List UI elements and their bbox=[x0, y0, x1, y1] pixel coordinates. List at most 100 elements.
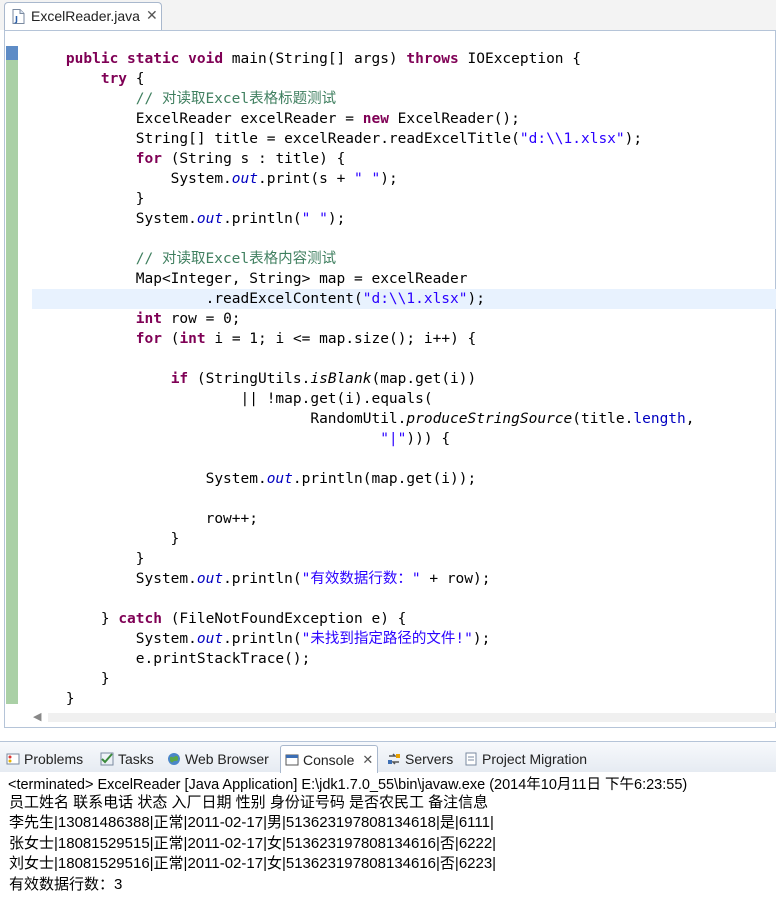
code-token: new bbox=[362, 111, 389, 127]
horizontal-scrollbar[interactable]: ◀ bbox=[30, 709, 776, 726]
code-token: System. bbox=[31, 171, 232, 187]
servers-icon bbox=[388, 753, 400, 765]
globe-icon bbox=[168, 753, 180, 765]
editor-tab-label: ExcelReader.java bbox=[31, 8, 140, 24]
code-token: (StringUtils. bbox=[188, 371, 311, 387]
code-token: out bbox=[266, 471, 293, 487]
code-token: ); bbox=[467, 291, 485, 307]
tab-tasks[interactable]: Tasks bbox=[100, 748, 154, 770]
code-token: } bbox=[31, 551, 145, 567]
code-line: // 对读取Excel表格内容测试 bbox=[31, 249, 695, 269]
code-line: row++; bbox=[31, 509, 695, 529]
console-line: 有效数据行数：3 bbox=[9, 875, 123, 893]
code-token: int bbox=[179, 331, 206, 347]
code-token: " " bbox=[301, 211, 328, 227]
scrollbar-track[interactable] bbox=[48, 713, 776, 722]
close-icon[interactable]: ✕ bbox=[362, 752, 373, 768]
svg-text:J: J bbox=[14, 15, 18, 24]
tab-problems-label: Problems bbox=[24, 751, 84, 767]
code-token: .print(s + bbox=[258, 171, 355, 187]
code-token: } bbox=[31, 671, 110, 687]
tab-project-migration[interactable]: Project Migration bbox=[464, 748, 587, 770]
tab-project-migration-label: Project Migration bbox=[482, 751, 588, 767]
tab-web-browser-label: Web Browser bbox=[185, 751, 269, 767]
problems-icon bbox=[6, 753, 20, 765]
code-token: e.printStackTrace(); bbox=[31, 651, 311, 667]
code-line: for (int i = 1; i <= map.size(); i++) { bbox=[31, 329, 695, 349]
code-token: } bbox=[31, 691, 75, 707]
tab-console-label: Console bbox=[303, 751, 355, 768]
code-line: System.out.println("未找到指定路径的文件!"); bbox=[31, 629, 695, 649]
tab-servers[interactable]: Servers bbox=[387, 748, 453, 770]
code-token: .println( bbox=[223, 631, 302, 647]
editor-tab-bar: J ExcelReader.java ✕ bbox=[0, 0, 776, 30]
tasks-icon bbox=[100, 752, 114, 766]
code-token: String[] title = excelReader.readExcelTi… bbox=[31, 131, 520, 147]
code-token: .println( bbox=[223, 571, 302, 587]
code-line: System.out.println(" "); bbox=[31, 209, 695, 229]
console-process-title: <terminated> ExcelReader [Java Applicati… bbox=[8, 777, 688, 793]
code-token: (String s : title) { bbox=[161, 151, 346, 167]
tab-problems[interactable]: Problems bbox=[6, 748, 83, 770]
code-token: out bbox=[196, 571, 224, 587]
tab-console[interactable]: Console ✕ bbox=[280, 745, 379, 773]
code-token: "|" bbox=[380, 431, 407, 447]
code-line: System.out.print(s + " "); bbox=[31, 169, 695, 189]
code-token: .println( bbox=[223, 211, 302, 227]
code-line: } bbox=[31, 549, 695, 569]
close-icon[interactable]: ✕ bbox=[146, 7, 158, 24]
code-token: produceStringSource bbox=[406, 411, 573, 427]
code-token: "d:\\1.xlsx" bbox=[362, 291, 468, 307]
code-token: System. bbox=[31, 471, 267, 487]
code-token: "d:\\1.xlsx" bbox=[519, 131, 625, 147]
code-token: (title. bbox=[572, 411, 634, 427]
code-token: } bbox=[31, 191, 145, 207]
code-token: out bbox=[196, 631, 224, 647]
console-line: 员工姓名 联系电话 状态 入厂日期 性别 身份证号码 是否农民工 备注信息 bbox=[9, 794, 489, 811]
code-line: System.out.println(map.get(i)); bbox=[31, 469, 695, 489]
code-line: || !map.get(i).equals( bbox=[31, 389, 695, 409]
code-token: } bbox=[31, 531, 180, 547]
console-line: 李先生|13081486388|正常|2011-02-17|男|51362319… bbox=[9, 814, 494, 832]
scroll-left-icon[interactable]: ◀ bbox=[33, 710, 41, 723]
editor-tab-excelreader[interactable]: J ExcelReader.java ✕ bbox=[4, 2, 162, 30]
tab-tasks-label: Tasks bbox=[118, 751, 154, 767]
console-line: 张女士|18081529515|正常|2011-02-17|女|51362319… bbox=[9, 834, 497, 852]
code-token: , bbox=[685, 411, 695, 427]
code-token: System. bbox=[31, 631, 197, 647]
code-token: { bbox=[127, 71, 145, 87]
console-output[interactable]: 员工姓名 联系电话 状态 入厂日期 性别 身份证号码 是否农民工 备注信息 李先生… bbox=[9, 793, 496, 895]
code-token: // 对读取Excel表格标题测试 bbox=[135, 91, 337, 107]
code-text[interactable]: public static void main(String[] args) t… bbox=[31, 49, 695, 709]
code-token: System. bbox=[31, 211, 197, 227]
code-line: try { bbox=[31, 69, 695, 89]
code-line: if (StringUtils.isBlank(map.get(i)) bbox=[31, 369, 695, 389]
code-token: for bbox=[135, 331, 162, 347]
tab-web-browser[interactable]: Web Browser bbox=[167, 748, 269, 770]
code-line: String[] title = excelReader.readExcelTi… bbox=[31, 129, 695, 149]
code-token: .readExcelContent( bbox=[31, 291, 363, 307]
code-token: out bbox=[196, 211, 224, 227]
code-token: isBlank bbox=[310, 371, 372, 387]
code-token: RandomUtil. bbox=[31, 411, 407, 427]
code-line: // 对读取Excel表格标题测试 bbox=[31, 89, 695, 109]
code-token: try bbox=[100, 71, 128, 87]
code-token: ); bbox=[624, 131, 643, 147]
code-token: ); bbox=[327, 211, 346, 227]
code-token: .println(map.get(i)); bbox=[292, 471, 477, 487]
code-token: // 对读取Excel表格内容测试 bbox=[135, 251, 337, 267]
tab-servers-label: Servers bbox=[405, 751, 454, 767]
views-tab-bar: Problems Tasks Web Browser Console ✕ Ser… bbox=[0, 741, 776, 773]
